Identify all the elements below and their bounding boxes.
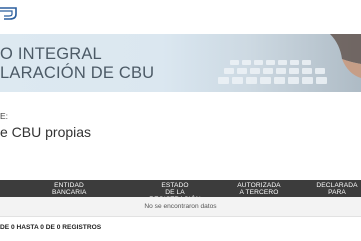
column-header-autorizada[interactable]: AUTORIZADA A TERCERO [236,182,282,196]
column-header-line: BANCARIA [52,189,87,196]
bank-logo-icon[interactable] [0,7,18,26]
table-empty-row: No se encontraron datos [0,197,361,217]
table-header: ENTIDAD BANCARIA ESTADO DE LA REGISTRACI… [0,180,361,203]
column-header-entidad[interactable]: ENTIDAD BANCARIA [52,182,86,196]
column-header-line: A TERCERO [239,189,279,196]
column-header-line: AUTORIZADA [237,182,281,189]
content-label: E: [0,111,9,121]
empty-message: No se encontraron datos [144,203,217,210]
column-header-line: ESTADO [161,182,189,189]
banner-title-line1: O INTEGRAL [0,45,102,63]
column-header-line: PARA [328,189,346,196]
top-header [0,0,361,34]
column-header-line: DECLARADA [316,182,358,189]
keyboard-hand-photo [190,34,361,92]
column-header-line: ENTIDAD [54,182,84,189]
banner-title-line2: LARACIÓN DE CBU [0,64,155,82]
column-header-declarada[interactable]: DECLARADA PARA [314,182,360,196]
table-pagination-info: DE 0 HASTA 0 DE 0 REGISTROS [0,224,102,231]
hero-banner: O INTEGRAL LARACIÓN DE CBU [0,34,361,92]
page-title: e CBU propias [0,124,92,140]
